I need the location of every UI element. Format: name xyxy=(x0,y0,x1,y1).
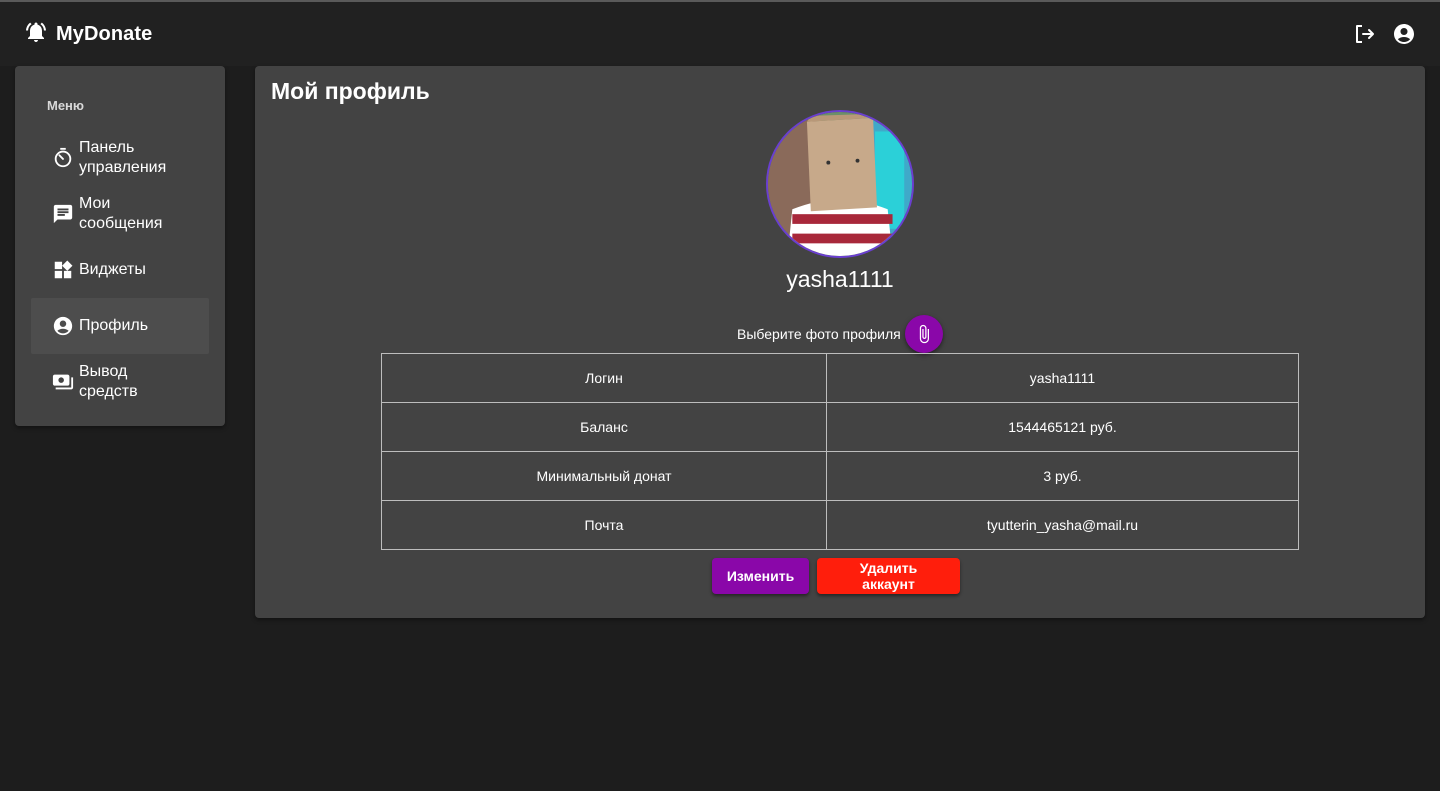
sidebar-item-widgets[interactable]: Виджеты xyxy=(31,242,209,298)
sidebar-item-dashboard[interactable]: Панель управления xyxy=(31,130,209,186)
avatar xyxy=(766,110,914,258)
table-row: Логин yasha1111 xyxy=(381,353,1299,403)
sidebar-item-messages[interactable]: Мои сообщения xyxy=(31,186,209,242)
profile-card: Мой профиль yasha1111 Выберите фото проф… xyxy=(255,66,1425,618)
page-title: Мой профиль xyxy=(271,78,430,104)
account-circle-icon[interactable] xyxy=(1392,22,1416,46)
choose-photo-label: Выберите фото профиля xyxy=(737,326,901,342)
photo-upload-row: Выберите фото профиля xyxy=(737,315,943,353)
table-key-cell: Баланс xyxy=(381,402,827,452)
delete-account-button[interactable]: Удалить аккаунт xyxy=(817,558,960,594)
timer-icon xyxy=(51,146,75,170)
sidebar-item-label: Виджеты xyxy=(79,261,146,278)
sidebar-item-label: Профиль xyxy=(79,317,149,334)
table-value-cell: tyutterin_yasha@mail.ru xyxy=(826,500,1299,550)
account-circle-icon xyxy=(51,314,75,338)
bell-ring-icon xyxy=(24,20,48,49)
sidebar-item-withdraw[interactable]: Вывод средств xyxy=(31,354,209,410)
table-row: Минимальный донат 3 руб. xyxy=(381,451,1299,501)
table-row: Почта tyutterin_yasha@mail.ru xyxy=(381,500,1299,550)
money-icon xyxy=(51,370,75,394)
table-key-cell: Минимальный донат xyxy=(381,451,827,501)
logout-icon[interactable] xyxy=(1352,22,1376,46)
table-value-cell: 3 руб. xyxy=(826,451,1299,501)
table-key-cell: Почта xyxy=(381,500,827,550)
sidebar-item-label: Панель управления xyxy=(79,139,167,176)
brand[interactable]: MyDonate xyxy=(24,20,152,49)
table-row: Баланс 1544465121 руб. xyxy=(381,402,1299,452)
paperclip-icon xyxy=(919,324,929,344)
table-value-cell: 1544465121 руб. xyxy=(826,402,1299,452)
sidebar-item-label: Вывод средств xyxy=(79,363,138,400)
widgets-icon xyxy=(51,258,75,282)
profile-actions: Изменить Удалить аккаунт xyxy=(712,558,960,594)
profile-info-table: Логин yasha1111 Баланс 1544465121 руб. М… xyxy=(381,353,1299,550)
menu-title: Меню xyxy=(47,98,85,113)
sidebar-item-profile[interactable]: Профиль xyxy=(31,298,209,354)
sidebar: Меню Панель управления Мои сообщения Вид… xyxy=(15,66,225,426)
attach-photo-button[interactable] xyxy=(904,315,943,353)
app-bar: MyDonate xyxy=(0,2,1440,66)
table-value-cell: yasha1111 xyxy=(826,353,1299,403)
profile-username: yasha1111 xyxy=(786,266,894,292)
app-title: MyDonate xyxy=(56,22,153,45)
sidebar-item-label: Мои сообщения xyxy=(79,195,163,232)
edit-button[interactable]: Изменить xyxy=(712,558,809,594)
message-icon xyxy=(51,202,75,226)
table-key-cell: Логин xyxy=(381,353,827,403)
